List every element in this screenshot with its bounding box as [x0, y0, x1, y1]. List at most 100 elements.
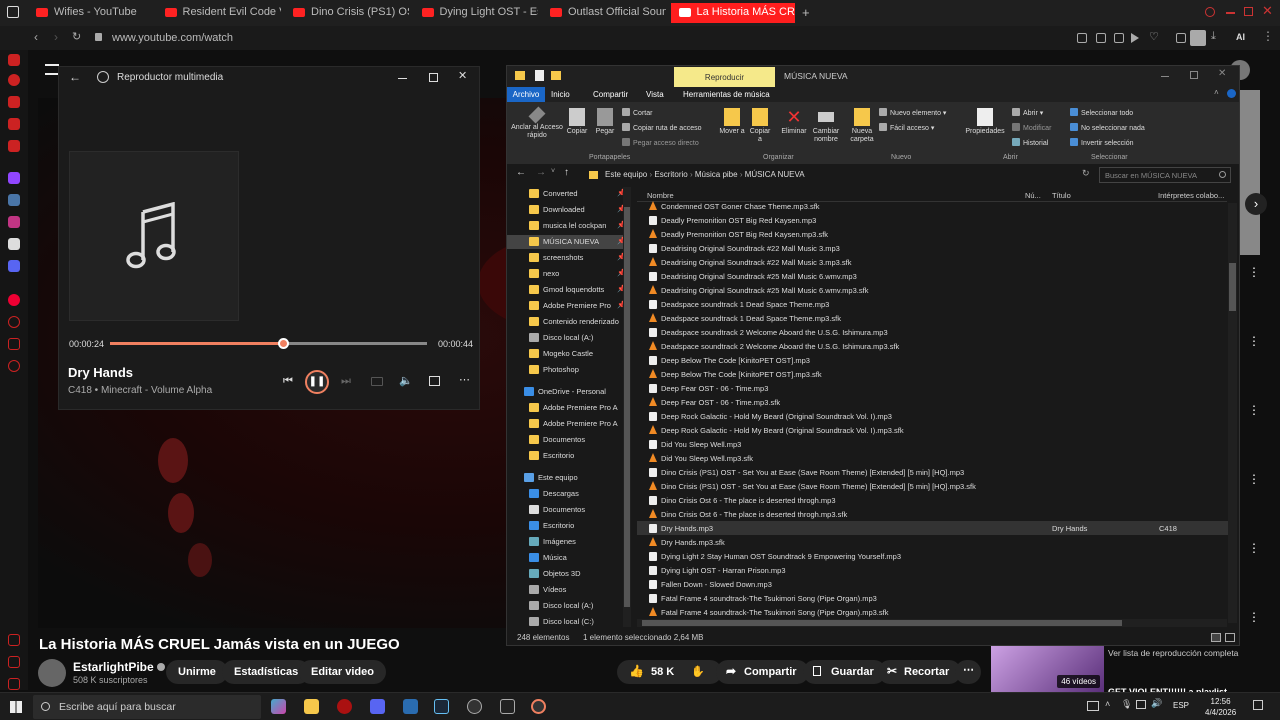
- extension-icon[interactable]: [1077, 33, 1087, 43]
- file-row[interactable]: Dry Hands.mp3 Dry Hands C418: [637, 521, 1229, 535]
- select-all-button[interactable]: Seleccionar todo: [1070, 108, 1133, 117]
- collapse-ribbon-icon[interactable]: ˄: [1214, 88, 1219, 97]
- new-folder-button[interactable]: Nueva carpeta: [847, 108, 877, 144]
- network-icon[interactable]: [1136, 700, 1146, 709]
- scrollbar-thumb[interactable]: [624, 207, 630, 607]
- nav-item[interactable]: MÚSICA NUEVA 📌: [529, 237, 626, 246]
- file-row[interactable]: Deadspace soundtrack 2 Welcome Aboard th…: [637, 325, 1229, 339]
- ribbon-tab-inicio[interactable]: Inicio: [551, 90, 570, 99]
- sidebar-app-icon[interactable]: [8, 74, 20, 86]
- new-folder-quick-icon[interactable]: [551, 71, 561, 80]
- search-icon[interactable]: [1205, 7, 1215, 17]
- breadcrumb[interactable]: Este equipo › Escritorio › Música pibe ›…: [587, 167, 1087, 183]
- nav-item[interactable]: musica lel cockpan 📌: [529, 221, 626, 230]
- nav-item[interactable]: Adobe Premiere Pro A: [529, 403, 618, 412]
- properties-quick-icon[interactable]: [535, 70, 544, 81]
- thumb-down-icon[interactable]: ✋: [691, 665, 705, 678]
- x-icon[interactable]: [8, 238, 20, 250]
- sidebar-app-icon[interactable]: [8, 338, 20, 350]
- more-actions-button[interactable]: ⋯: [955, 660, 981, 684]
- maximize-icon[interactable]: [1190, 71, 1198, 79]
- copy-button[interactable]: Copiar: [564, 108, 590, 136]
- nav-item[interactable]: Objetos 3D: [529, 569, 581, 578]
- file-row[interactable]: Deadly Premonition OST Big Red Kaysen.mp…: [637, 213, 1229, 227]
- select-none-button[interactable]: No seleccionar nada: [1070, 123, 1145, 132]
- nav-item[interactable]: Documentos: [529, 505, 585, 514]
- sidebar-app-icon[interactable]: [8, 634, 20, 646]
- file-row[interactable]: Did You Sleep Well.mp3.sfk: [637, 451, 1229, 465]
- discord-icon[interactable]: [370, 699, 385, 714]
- file-row[interactable]: Condemned OST Goner Chase Theme.mp3.sfk: [637, 199, 1229, 213]
- file-row[interactable]: Dying Light OST - Harran Prison.mp3: [637, 563, 1229, 577]
- nav-item[interactable]: Este equipo: [524, 473, 578, 482]
- sidebar-app-icon[interactable]: [8, 54, 20, 66]
- breadcrumb-item[interactable]: Este equipo: [605, 170, 647, 179]
- extension-icon[interactable]: [1176, 33, 1186, 43]
- nav-item[interactable]: Disco local (A:): [529, 333, 593, 342]
- volume-icon[interactable]: 🔈: [399, 374, 413, 387]
- scrollbar-thumb[interactable]: [1229, 263, 1236, 311]
- mic-icon[interactable]: 🎙: [1121, 699, 1132, 710]
- breadcrumb-item[interactable]: Música pibe: [695, 170, 738, 179]
- playlist-thumbnail[interactable]: 46 vídeos: [991, 642, 1104, 692]
- easy-access-button[interactable]: Fácil acceso ▾: [879, 123, 934, 132]
- file-row[interactable]: Dino Crisis Ost 6 - The place is deserte…: [637, 493, 1229, 507]
- file-row[interactable]: Deadrising Original Soundtrack #25 Mall …: [637, 283, 1229, 297]
- more-icon[interactable]: ⋮: [1248, 610, 1260, 624]
- nav-item[interactable]: Imágenes: [529, 537, 576, 546]
- captions-icon[interactable]: [371, 377, 383, 386]
- side-thumbnail[interactable]: [1240, 90, 1260, 255]
- like-button[interactable]: 👍 58 K ✋: [617, 660, 722, 684]
- nav-item[interactable]: screenshots 📌: [529, 253, 626, 262]
- cut-button[interactable]: Cortar: [622, 108, 652, 117]
- nav-item[interactable]: Disco local (C:): [529, 617, 594, 626]
- nav-item[interactable]: Descargas: [529, 489, 579, 498]
- horizontal-scrollbar[interactable]: [637, 619, 1227, 627]
- minimize-icon[interactable]: [1226, 12, 1235, 14]
- file-row[interactable]: Deadrising Original Soundtrack #25 Mall …: [637, 269, 1229, 283]
- modify-button[interactable]: Modificar: [1012, 123, 1051, 132]
- edit-video-button[interactable]: Editar video: [299, 660, 386, 684]
- refresh-icon[interactable]: ↻: [1082, 168, 1090, 179]
- open-button[interactable]: Abrir ▾: [1012, 108, 1043, 117]
- nav-item[interactable]: Gmod loquendotts 📌: [529, 285, 626, 294]
- details-view-icon[interactable]: [1211, 633, 1221, 642]
- file-row[interactable]: Deep Rock Galactic - Hold My Beard (Orig…: [637, 423, 1229, 437]
- file-row[interactable]: Dino Crisis (PS1) OST - Set You at Ease …: [637, 465, 1229, 479]
- more-icon[interactable]: ⋮: [1262, 29, 1274, 43]
- file-row[interactable]: Dino Crisis (PS1) OST - Set You at Ease …: [637, 479, 1229, 493]
- recent-icon[interactable]: ˅: [551, 168, 555, 175]
- back-icon[interactable]: ←: [516, 167, 526, 178]
- file-explorer-icon[interactable]: [304, 699, 319, 714]
- mini-player-icon[interactable]: [429, 376, 440, 386]
- download-icon[interactable]: ⤓: [1211, 30, 1216, 43]
- app-icon[interactable]: [337, 699, 352, 714]
- more-icon[interactable]: ⋮: [1248, 265, 1260, 279]
- browser-tab[interactable]: Dying Light OST - Escape: [414, 3, 538, 23]
- file-row[interactable]: Deadspace soundtrack 2 Welcome Aboard th…: [637, 339, 1229, 353]
- ribbon-tab-vista[interactable]: Vista: [646, 90, 664, 99]
- rename-button[interactable]: Cambiar nombre: [809, 108, 843, 144]
- up-icon[interactable]: ↑: [564, 167, 569, 178]
- pin-quick-access-button[interactable]: Anclar al Acceso rápido: [511, 106, 563, 140]
- nav-item[interactable]: Vídeos: [529, 585, 566, 594]
- delete-button[interactable]: ✕ Eliminar: [779, 108, 809, 136]
- sidebar-app-icon[interactable]: [8, 656, 20, 668]
- extension-icon[interactable]: [1096, 33, 1106, 43]
- file-row[interactable]: Deep Fear OST - 06 - Time.mp3: [637, 381, 1229, 395]
- profile-label[interactable]: AI: [1236, 32, 1245, 42]
- tray-icon[interactable]: [1087, 701, 1099, 711]
- more-icon[interactable]: ⋮: [1248, 472, 1260, 486]
- browser-tab[interactable]: Resident Evil Code Veronica: [157, 3, 281, 23]
- breadcrumb-item[interactable]: MÚSICA NUEVA: [745, 170, 805, 179]
- next-arrow-icon[interactable]: ›: [1245, 193, 1267, 215]
- paste-button[interactable]: Pegar: [592, 108, 618, 136]
- nav-item[interactable]: Música: [529, 553, 567, 562]
- twitch-icon[interactable]: [8, 172, 20, 184]
- file-row[interactable]: Dino Crisis Ost 6 - The place is deserte…: [637, 507, 1229, 521]
- sidebar-app-icon[interactable]: [8, 96, 20, 108]
- browser-tab[interactable]: La Historia MÁS CRUEL Ja: [670, 3, 795, 23]
- discord-icon[interactable]: [8, 260, 20, 272]
- notification-icon[interactable]: [1253, 700, 1263, 710]
- url-field[interactable]: www.youtube.com/watch: [112, 32, 233, 44]
